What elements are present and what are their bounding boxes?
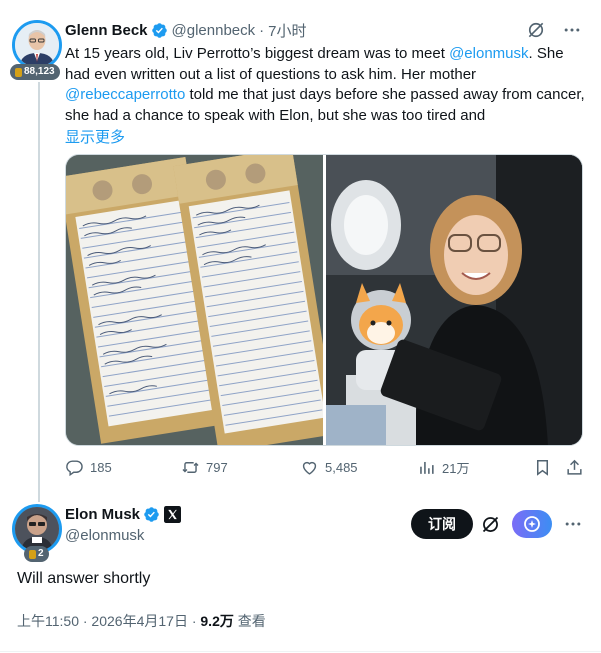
follower-badge: 2 [24, 546, 49, 562]
bookmark-button[interactable] [533, 458, 552, 477]
like-button[interactable]: 5,485 [300, 458, 358, 477]
views-count: 9.2万 [200, 613, 234, 629]
verified-badge-icon [151, 22, 167, 38]
more-icon[interactable] [563, 514, 583, 534]
repost-icon [182, 462, 199, 473]
more-icon[interactable] [562, 20, 582, 40]
author-handle[interactable]: @elonmusk [65, 527, 144, 544]
repost-button[interactable]: 797 [181, 458, 228, 477]
like-count: 5,485 [325, 460, 358, 475]
separator-dot: · [259, 21, 265, 39]
tweet-text: Will answer shortly [17, 570, 151, 587]
grok-icon[interactable] [526, 20, 546, 40]
mention-link[interactable]: @elonmusk [449, 45, 528, 62]
mention-link[interactable]: @rebeccaperrotto [65, 86, 185, 103]
x-logo-icon [164, 506, 182, 523]
like-icon [302, 461, 317, 475]
grok-icon[interactable] [480, 514, 501, 535]
verified-badge-icon [144, 507, 159, 522]
tweet-text: At 15 years old, Liv Perrotto’s biggest … [65, 44, 585, 126]
tweet-metadata: 上午11:50 · 2026年4月17日 · 9.2万 查看 [17, 611, 266, 631]
reply-icon [66, 460, 83, 477]
tweet-glenn-beck[interactable]: Glenn Beck @glennbeck · 7小时 At 15 years … [65, 18, 590, 147]
badge-medal-icon [29, 549, 36, 559]
follower-badge: 88,123 [10, 64, 60, 80]
sparkle-icon [524, 516, 540, 532]
share-button[interactable] [565, 458, 584, 477]
tweet-time[interactable]: 7小时 [268, 20, 306, 41]
tweet2-header: Elon Musk [65, 506, 182, 523]
tweet-timestamp[interactable]: 上午11:50 · 2026年4月17日 · [17, 613, 200, 629]
repost-count: 797 [206, 460, 228, 475]
bookmark-icon [536, 460, 549, 476]
tweet-media[interactable] [65, 154, 583, 446]
badge-count: 2 [38, 548, 44, 559]
tweet-action-bar: 185 797 5,485 21万 [65, 458, 587, 480]
views-count: 21万 [442, 461, 470, 476]
thread-connector-line [38, 82, 40, 502]
tweet-header: Glenn Beck @glennbeck · 7小时 [65, 18, 590, 42]
grok-ai-button[interactable] [512, 510, 552, 538]
views-label: 查看 [233, 613, 266, 629]
show-more-link[interactable]: 显示更多 [65, 126, 590, 147]
share-icon [567, 459, 582, 475]
author-handle[interactable]: @glennbeck [172, 22, 256, 39]
subscribe-button[interactable]: 订阅 [411, 509, 473, 539]
reply-button[interactable]: 185 [65, 458, 112, 477]
author-name[interactable]: Glenn Beck [65, 22, 148, 39]
views-button[interactable]: 21万 [417, 458, 469, 477]
tweet-text-segment: At 15 years old, Liv Perrotto’s biggest … [65, 45, 450, 62]
badge-medal-icon [15, 67, 22, 77]
avatar-glenn-beck[interactable] [12, 20, 62, 70]
tweet-header-actions [526, 20, 582, 40]
badge-count: 88,123 [24, 66, 55, 77]
views-icon [420, 461, 434, 474]
divider [0, 651, 601, 652]
author-name[interactable]: Elon Musk [65, 506, 140, 523]
photo-handwritten-question-lists[interactable] [66, 155, 323, 445]
reply-count: 185 [90, 460, 112, 475]
photo-girl-with-plush-in-spacecraft[interactable] [326, 155, 582, 445]
